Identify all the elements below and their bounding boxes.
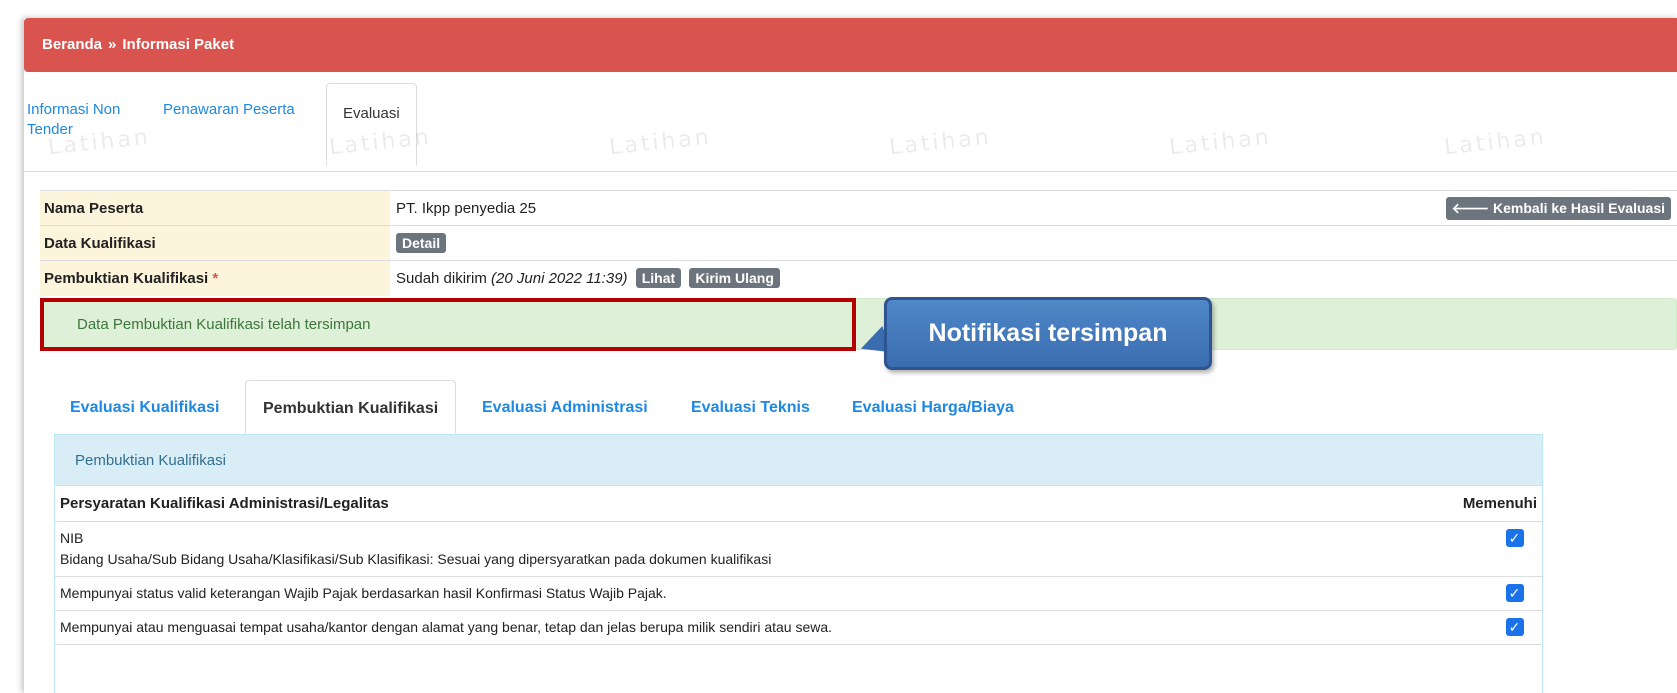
back-button-label: Kembali ke Hasil Evaluasi [1493,200,1665,216]
requirements-table: Persyaratan Kualifikasi Administrasi/Leg… [55,486,1542,645]
alert-highlight-box [40,298,856,351]
requirement-title: Mempunyai status valid keterangan Wajib … [55,576,1432,611]
requirement-detail: Bidang Usaha/Sub Bidang Usaha/Klasifikas… [60,550,772,567]
pembuktian-panel: Pembuktian Kualifikasi Persyaratan Kuali… [54,434,1543,693]
nama-peserta-value: PT. Ikpp penyedia 25 [396,199,537,217]
checkbox-checked[interactable]: ✓ [1505,528,1524,547]
checkbox-checked[interactable]: ✓ [1505,583,1524,602]
top-tab-bar: Informasi Non Tender Penawaran Peserta E… [24,83,1677,172]
required-mark: * [212,269,219,287]
table-row: Mempunyai atau menguasai tempat usaha/ka… [55,610,1542,645]
pembuktian-status: Sudah dikirim [396,270,487,288]
tab-penawaran-peserta[interactable]: Penawaran Peserta [163,100,295,120]
breadcrumb: Beranda » Informasi Paket [24,18,1677,72]
sub-tab-bar: Evaluasi Kualifikasi Pembuktian Kualifik… [54,380,1544,434]
column-header-status: Memenuhi [1432,486,1542,522]
info-row-nama-peserta: Nama Peserta PT. Ikpp penyedia 25 🡐 Kemb… [40,190,1677,226]
detail-button[interactable]: Detail [396,233,447,253]
kirim-ulang-button[interactable]: Kirim Ulang [689,268,780,289]
column-header-requirement: Persyaratan Kualifikasi Administrasi/Leg… [55,486,1432,522]
breadcrumb-separator: » [108,36,117,53]
arrow-left-icon: 🡐 [1451,200,1494,216]
table-header-row: Persyaratan Kualifikasi Administrasi/Leg… [55,486,1542,522]
nama-peserta-label: Nama Peserta [40,190,390,226]
tab-evaluasi-administrasi[interactable]: Evaluasi Administrasi [482,380,648,434]
info-table: Nama Peserta PT. Ikpp penyedia 25 🡐 Kemb… [40,190,1677,296]
page-frame: Beranda » Informasi Paket Informasi Non Te… [24,18,1677,693]
table-row: NIB Bidang Usaha/Sub Bidang Usaha/Klasif… [55,521,1542,577]
breadcrumb-home-link[interactable]: Beranda [42,36,102,53]
lihat-button[interactable]: Lihat [635,268,682,289]
pembuktian-date: (20 Juni 2022 11:39) [491,270,628,288]
breadcrumb-current: Informasi Paket [122,36,235,53]
callout-annotation: Notifikasi tersimpan [884,297,1212,370]
requirement-title: Mempunyai atau menguasai tempat usaha/ka… [55,610,1432,645]
info-row-data-kualifikasi: Data Kualifikasi Detail [40,225,1677,261]
back-to-evaluation-button[interactable]: 🡐 Kembali ke Hasil Evaluasi [1445,197,1671,220]
requirement-title: NIB [60,529,84,546]
tab-evaluasi-teknis[interactable]: Evaluasi Teknis [691,380,810,434]
panel-title: Pembuktian Kualifikasi [55,435,1542,486]
pembuktian-label: Pembuktian Kualifikasi [44,269,209,287]
tab-evaluasi-harga-biaya[interactable]: Evaluasi Harga/Biaya [852,380,1014,434]
tab-evaluasi-kualifikasi[interactable]: Evaluasi Kualifikasi [70,380,219,434]
table-row: Mempunyai status valid keterangan Wajib … [55,576,1542,611]
checkbox-checked[interactable]: ✓ [1505,617,1524,636]
data-kualifikasi-label: Data Kualifikasi [40,225,390,261]
tab-pembuktian-kualifikasi[interactable]: Pembuktian Kualifikasi [245,380,457,434]
info-row-pembuktian: Pembuktian Kualifikasi * Sudah dikirim (… [40,260,1677,296]
